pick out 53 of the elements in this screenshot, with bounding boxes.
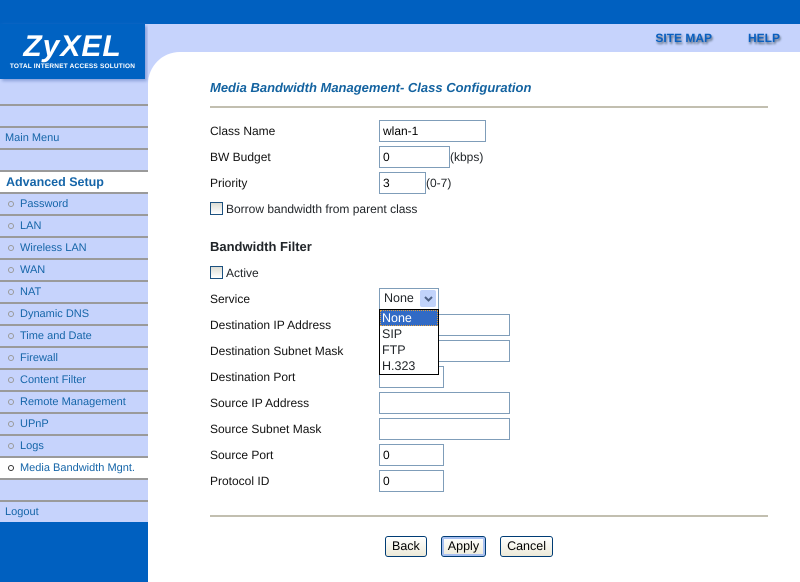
form-button[interactable]: Back: [385, 536, 427, 556]
bullet-icon: [8, 311, 14, 317]
input-field[interactable]: [379, 392, 510, 414]
dropdown-option[interactable]: None: [380, 310, 438, 326]
top-link[interactable]: HELP: [748, 29, 780, 47]
dropdown-option[interactable]: SIP: [380, 326, 438, 342]
input-field[interactable]: [379, 418, 510, 440]
input-field[interactable]: 0: [379, 146, 450, 168]
field-label: Service: [210, 290, 252, 308]
dropdown[interactable]: None: [379, 288, 439, 310]
unit-label: (kbps): [450, 148, 484, 166]
dropdown-option[interactable]: FTP: [380, 342, 438, 358]
bullet-icon: [8, 289, 14, 295]
checkbox[interactable]: [210, 266, 223, 279]
section-heading: Bandwidth Filter: [210, 238, 312, 256]
bullet-icon: [8, 465, 14, 471]
checkbox[interactable]: [210, 202, 223, 215]
input-field[interactable]: wlan-1: [379, 120, 486, 142]
dropdown-option[interactable]: H.323: [380, 358, 438, 374]
bullet-icon: [8, 443, 14, 449]
bullet-icon: [8, 399, 14, 405]
bullet-icon: [8, 245, 14, 251]
bullet-icon: [8, 421, 14, 427]
checkbox-label: Borrow bandwidth from parent class: [226, 200, 418, 218]
field-label: Protocol ID: [210, 472, 270, 490]
chevron-down-icon: [420, 290, 436, 307]
field-label: Destination IP Address: [210, 316, 332, 334]
form-button[interactable]: Cancel: [500, 536, 553, 556]
field-label: BW Budget: [210, 148, 272, 166]
checkbox-label: Active: [226, 264, 259, 282]
field-label: Source IP Address: [210, 394, 310, 412]
input-field[interactable]: 3: [379, 172, 426, 194]
unit-label: (0-7): [426, 174, 452, 192]
input-field[interactable]: 0: [379, 444, 444, 466]
bullet-icon: [8, 201, 14, 207]
logo-name: ZyXEL: [23, 32, 122, 62]
input-field[interactable]: 0: [379, 470, 444, 492]
field-label: Priority: [210, 174, 248, 192]
bullet-icon: [8, 377, 14, 383]
field-label: Source Port: [210, 446, 274, 464]
sidebar-item[interactable]: Media Bandwidth Mgnt.: [0, 456, 148, 478]
field-label: Destination Port: [210, 368, 296, 386]
form-button[interactable]: Apply: [440, 536, 486, 556]
field-label: Source Subnet Mask: [210, 420, 322, 438]
page-title: Media Bandwidth Management- Class Configuration: [210, 79, 532, 97]
field-label: Destination Subnet Mask: [210, 342, 344, 360]
bullet-icon: [8, 333, 14, 339]
field-label: Class Name: [210, 122, 276, 140]
bullet-icon: [8, 355, 14, 361]
bullet-icon: [8, 267, 14, 273]
top-link[interactable]: SITE MAP: [655, 29, 712, 47]
sidebar-heading[interactable]: Advanced Setup: [0, 170, 148, 192]
bullet-icon: [8, 223, 14, 229]
